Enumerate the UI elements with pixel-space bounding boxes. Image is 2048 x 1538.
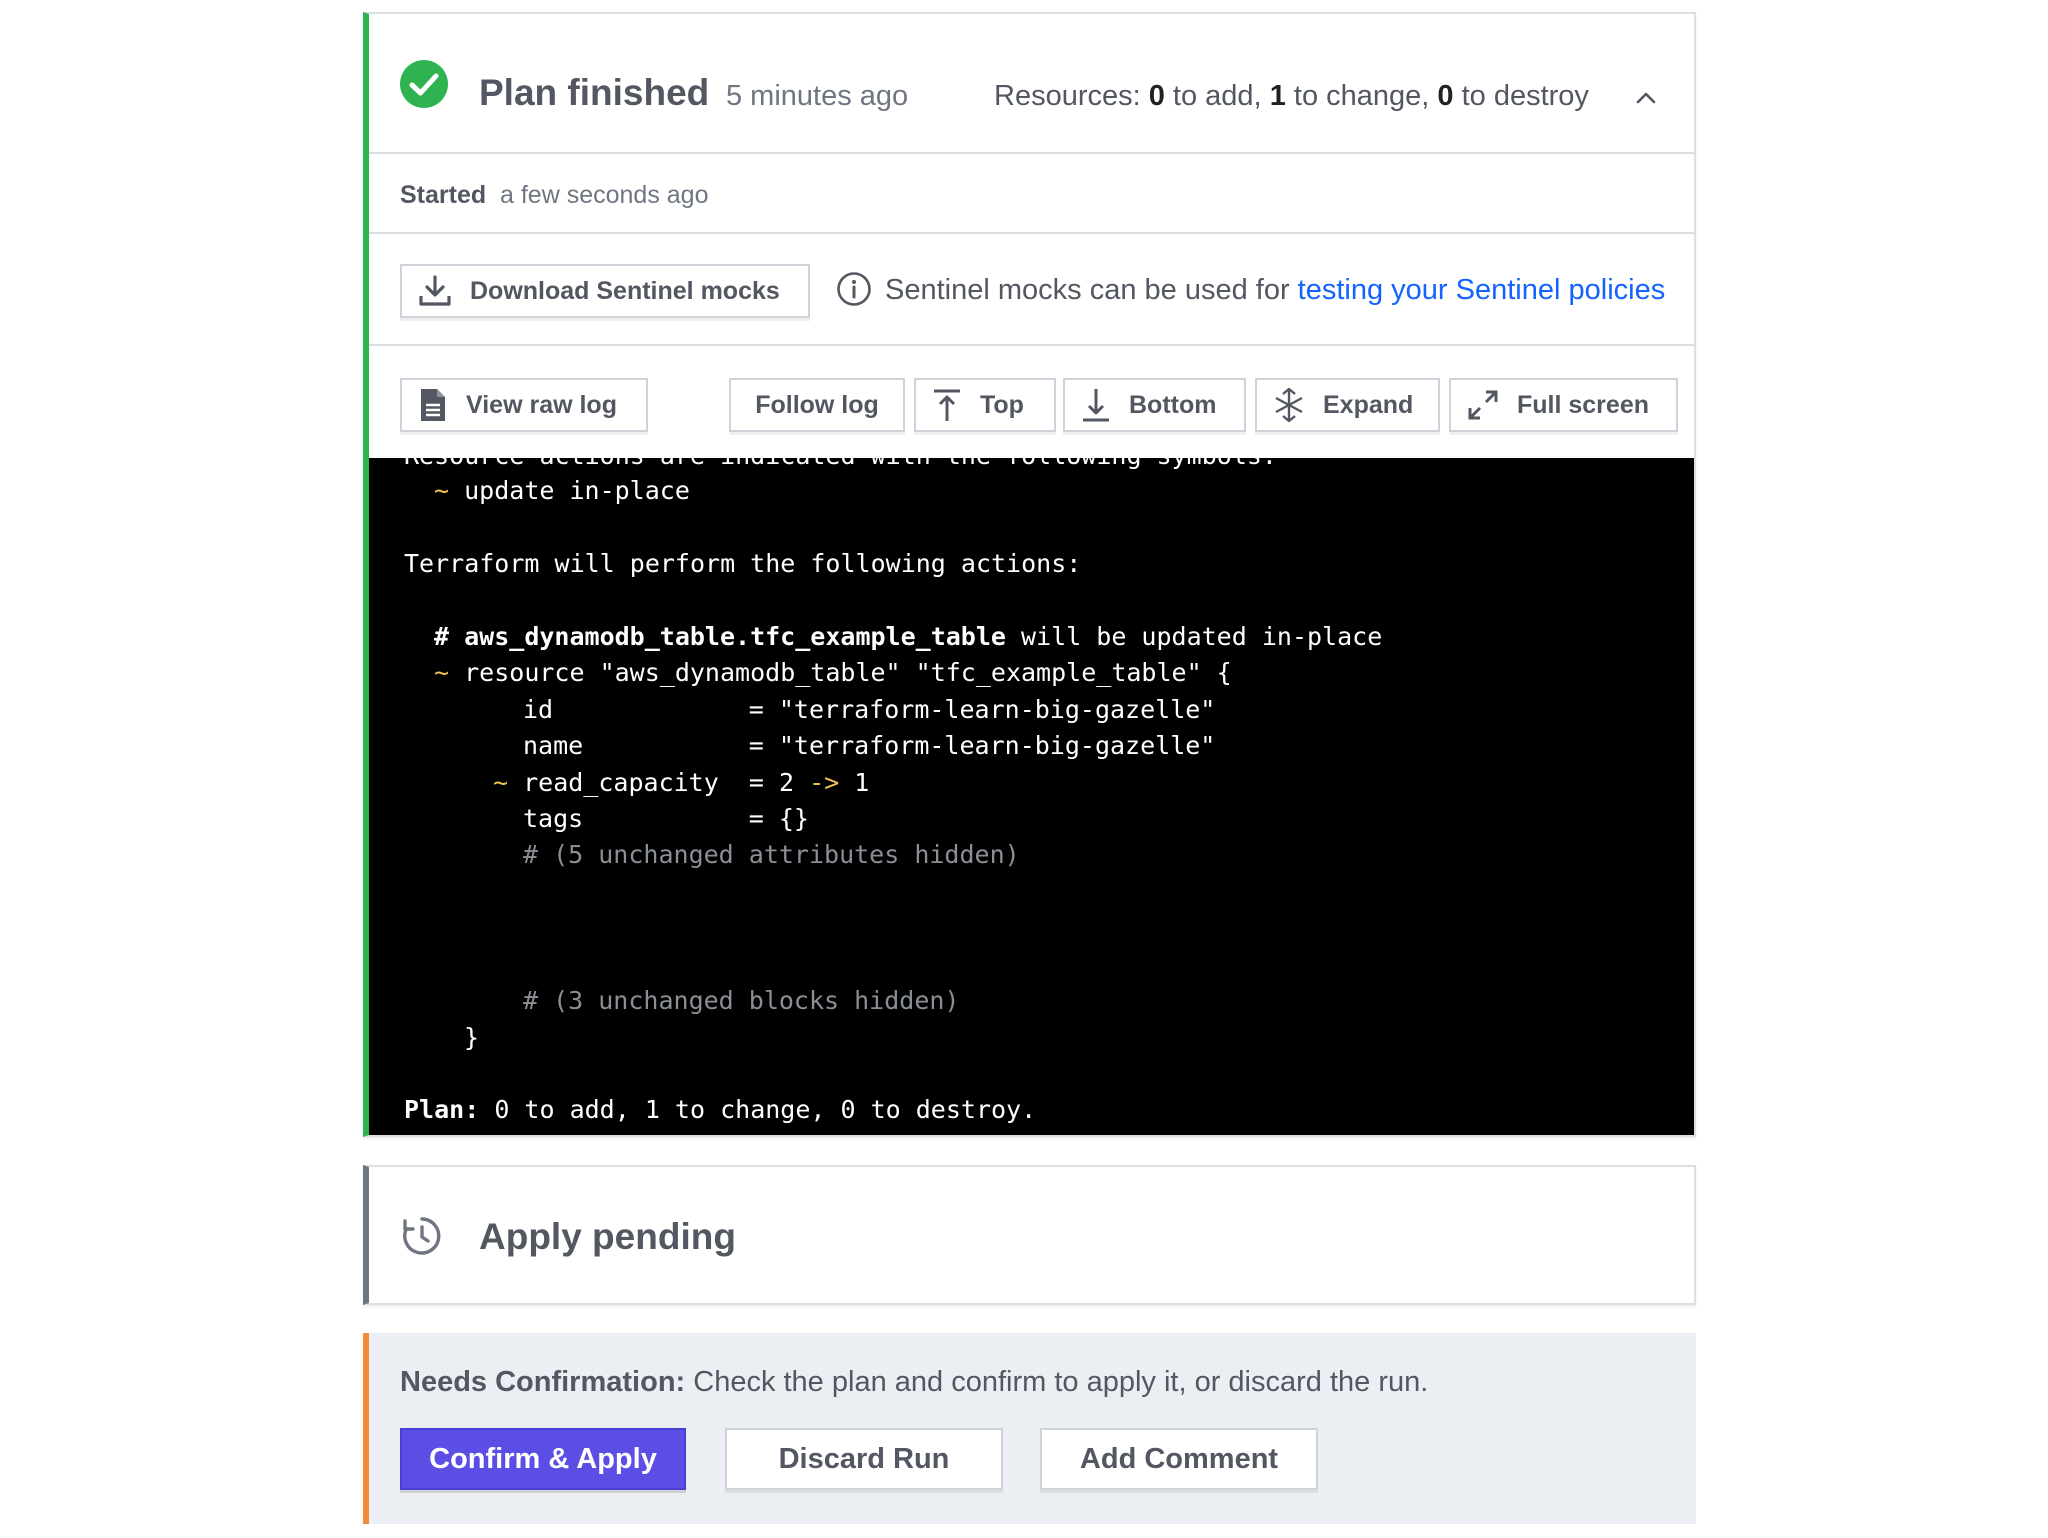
log-line-summary: Plan: 0 to add, 1 to change, 0 to destro…: [404, 1095, 1037, 1124]
log-line: }: [464, 1023, 480, 1052]
plan-title: Plan finished: [479, 72, 710, 113]
resources-add-count: 0: [1148, 80, 1165, 112]
confirmation-message: Needs Confirmation: Check the plan and c…: [400, 1364, 1428, 1400]
started-value: a few seconds ago: [500, 181, 709, 209]
resources-change-count: 1: [1269, 80, 1286, 112]
expand-label: Expand: [1323, 391, 1414, 419]
full-screen-button[interactable]: Full screen: [1449, 378, 1678, 432]
document-icon: [421, 389, 445, 421]
log-toolbar: View raw log Follow log Top Bottom Expan…: [369, 348, 1694, 458]
apply-title: Apply pending: [479, 1216, 736, 1257]
log-line: # aws_dynamodb_table.tfc_example_table w…: [434, 622, 1383, 651]
full-screen-label: Full screen: [1517, 391, 1649, 419]
sentinel-info-prefix: Sentinel mocks can be used for: [885, 274, 1298, 306]
confirmation-label: Needs Confirmation:: [400, 1366, 686, 1398]
bottom-label: Bottom: [1129, 391, 1217, 419]
log-line: Terraform will perform the following act…: [404, 549, 1082, 578]
clock-pending-icon: [403, 1217, 441, 1255]
download-sentinel-mocks-button[interactable]: Download Sentinel mocks: [400, 264, 810, 318]
needs-confirmation-bar: Needs Confirmation: Check the plan and c…: [363, 1333, 1696, 1524]
plan-header[interactable]: Plan finished 5 minutes ago Resources: 0…: [369, 14, 1694, 154]
apply-card[interactable]: Apply pending: [363, 1165, 1696, 1305]
check-circle-icon: [400, 60, 448, 108]
log-line: name = "terraform-learn-big-gazelle": [523, 731, 1216, 760]
add-comment-button[interactable]: Add Comment: [1040, 1428, 1318, 1490]
sentinel-info-text: Sentinel mocks can be used for testing y…: [885, 272, 1665, 308]
discard-run-button[interactable]: Discard Run: [725, 1428, 1003, 1490]
arrow-to-top-icon: [934, 389, 960, 421]
plan-time: 5 minutes ago: [726, 80, 909, 112]
view-raw-log-button[interactable]: View raw log: [400, 378, 648, 432]
chevron-up-icon[interactable]: [1634, 86, 1658, 110]
expand-icon: [1275, 388, 1303, 422]
started-label: Started: [400, 181, 487, 209]
download-sentinel-mocks-label: Download Sentinel mocks: [470, 277, 780, 305]
top-label: Top: [980, 391, 1024, 419]
log-line: tags = {}: [523, 804, 809, 833]
info-icon: [837, 272, 871, 306]
follow-log-label: Follow log: [755, 391, 879, 419]
resources-prefix: Resources:: [994, 80, 1149, 112]
view-raw-log-label: View raw log: [466, 391, 617, 419]
started-row: Started a few seconds ago: [369, 156, 1694, 234]
log-line: # (5 unchanged attributes hidden): [523, 840, 1020, 869]
resources-change-label: to change,: [1285, 80, 1438, 112]
log-line-cut: Resource actions are indicated with the …: [404, 458, 1277, 471]
sentinel-row: Download Sentinel mocks Sentinel mocks c…: [369, 236, 1694, 346]
download-icon: [419, 275, 451, 306]
log-line: ~ update in-place: [434, 476, 690, 505]
resources-destroy-count: 0: [1437, 80, 1454, 112]
plan-card: Plan finished 5 minutes ago Resources: 0…: [363, 12, 1696, 1137]
resources-destroy-label: to destroy: [1453, 80, 1589, 112]
sentinel-policies-link[interactable]: testing your Sentinel policies: [1298, 274, 1666, 306]
log-line: ~ resource "aws_dynamodb_table" "tfc_exa…: [434, 658, 1232, 687]
top-button[interactable]: Top: [914, 378, 1056, 432]
resources-add-label: to add,: [1164, 80, 1270, 112]
plan-resources-summary: Resources: 0 to add, 1 to change, 0 to d…: [994, 78, 1589, 114]
log-line: # (3 unchanged blocks hidden): [523, 986, 960, 1015]
plan-log-terminal[interactable]: Resource actions are indicated with the …: [369, 458, 1694, 1135]
bottom-button[interactable]: Bottom: [1063, 378, 1246, 432]
follow-log-button[interactable]: Follow log: [729, 378, 905, 432]
expand-button[interactable]: Expand: [1255, 378, 1440, 432]
arrow-to-bottom-icon: [1083, 389, 1109, 422]
full-screen-icon: [1468, 390, 1498, 420]
confirmation-text: Check the plan and confirm to apply it, …: [685, 1366, 1429, 1398]
confirm-apply-button[interactable]: Confirm & Apply: [400, 1428, 686, 1490]
log-line: id = "terraform-learn-big-gazelle": [523, 695, 1216, 724]
log-line: ~ read_capacity = 2 -> 1: [493, 768, 870, 797]
